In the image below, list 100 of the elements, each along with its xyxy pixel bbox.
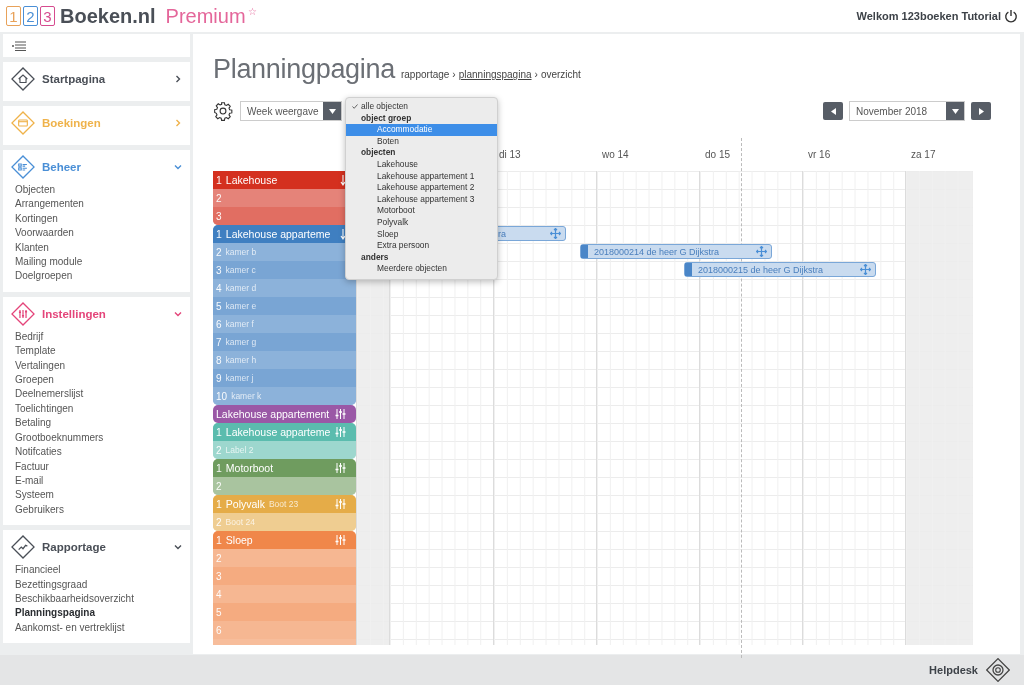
object-label: kamer c (225, 265, 256, 275)
day-label: do 15 (705, 149, 731, 160)
next-month-button[interactable] (971, 102, 991, 120)
chevron-icon[interactable] (174, 309, 182, 318)
object-label: kamer h (225, 355, 257, 365)
view-select[interactable]: Week weergave (240, 101, 342, 121)
nav-item[interactable]: Vertalingen (15, 358, 190, 374)
lifebuoy-icon[interactable] (986, 658, 1010, 682)
nav-item[interactable]: Systeem (15, 488, 190, 503)
object-label: kamer b (225, 247, 257, 257)
object-label: kamer j (225, 373, 254, 383)
day-label: wo 14 (602, 149, 629, 160)
sliders-icon[interactable] (335, 427, 346, 437)
row-number: 4 (216, 282, 222, 294)
resize-handle[interactable] (685, 263, 692, 276)
breadcrumb-text: rapportage (400, 69, 450, 80)
logo-digit: 1 (6, 6, 21, 26)
menu-option[interactable]: Extra persoon (346, 240, 497, 252)
sort-icon[interactable] (340, 228, 346, 240)
resize-handle[interactable] (581, 245, 588, 258)
chevron-icon[interactable] (174, 163, 182, 171)
list-icon (10, 154, 36, 180)
row-number: 1 (216, 174, 222, 186)
nav-item[interactable]: Aankomst- en vertreklijst (15, 620, 190, 636)
nav-item[interactable]: E-mail (15, 473, 190, 489)
collapse-menu-icon[interactable] (12, 40, 26, 51)
home-icon (10, 66, 36, 92)
menu-group-label: anders (360, 251, 390, 264)
nav-item[interactable]: Notifcaties (15, 445, 190, 460)
menu-option[interactable]: Lakehouse appartement 1 (346, 170, 497, 183)
row-number: 3 (216, 264, 222, 276)
menu-option[interactable]: Lakehouse (346, 158, 497, 171)
object-label: Boot 23 (268, 499, 299, 509)
menu-option[interactable]: Meerdere objecten (346, 263, 497, 275)
row-number: 10 (216, 390, 228, 402)
nav-item[interactable]: Kortingen (15, 211, 190, 227)
nav-item[interactable]: Mailing module (15, 255, 190, 270)
right-triangle-icon (978, 107, 984, 115)
nav-section-title[interactable]: Instellingen (42, 307, 174, 320)
sliders-icon[interactable] (335, 499, 346, 509)
sliders-icon[interactable] (335, 463, 346, 473)
helpdesk-link[interactable]: Helpdesk (929, 664, 978, 676)
menu-option[interactable]: Lakehouse appartement 2 (346, 182, 497, 194)
menu-option[interactable]: Boten (346, 135, 497, 148)
caret-icon (328, 108, 336, 114)
nav-item[interactable]: Doelgroepen (15, 269, 190, 284)
menu-option[interactable]: Lakehouse appartement 3 (346, 193, 497, 206)
month-select[interactable]: November 2018 (849, 101, 965, 121)
nav-section-title[interactable]: Startpagina (42, 73, 174, 85)
row-number: 7 (216, 336, 222, 348)
object-label: kamer e (225, 301, 257, 311)
settings-icon[interactable] (213, 101, 233, 121)
row-number: 3 (216, 570, 222, 582)
nav-item[interactable]: Bezettingsgraad (15, 577, 190, 592)
nav-item[interactable]: Gebruikers (15, 502, 190, 518)
nav-item[interactable]: Toelichtingen (15, 401, 190, 417)
nav-item[interactable]: Template (15, 344, 190, 359)
previous-month-button[interactable] (823, 102, 843, 120)
menu-option[interactable]: Polyvalk (346, 216, 497, 229)
power-icon[interactable] (1004, 9, 1018, 23)
checkmark-icon (352, 104, 358, 109)
page-title: Planningpagina (213, 54, 395, 85)
nav-item[interactable]: Voorwaarden (15, 226, 190, 241)
object-label: kamer f (225, 319, 254, 329)
menu-option[interactable]: alle objecten (346, 101, 497, 113)
nav-item[interactable]: Financieel (15, 563, 190, 578)
row-number: 1 (216, 426, 222, 438)
chevron-icon[interactable] (174, 543, 182, 552)
move-icon[interactable] (860, 264, 871, 275)
breadcrumb-link[interactable]: planningspagina (458, 69, 532, 80)
object-name: Lakehouse appartement (216, 408, 330, 420)
move-icon[interactable] (756, 246, 767, 257)
nav-item[interactable]: Bedrijf (15, 329, 190, 345)
welcome-text: Welkom 123boeken Tutorial (856, 10, 1001, 22)
nav-item[interactable]: Groepen (15, 373, 190, 388)
sliders-icon[interactable] (335, 535, 346, 545)
row-number: 5 (216, 300, 222, 312)
sliders-icon[interactable] (335, 409, 346, 419)
nav-item[interactable]: Grootboeknummers (15, 430, 190, 446)
row-number: 6 (216, 318, 222, 330)
row-number: 8 (216, 354, 222, 366)
nav-item[interactable]: Objecten (15, 183, 190, 198)
sort-icon[interactable] (340, 174, 346, 186)
move-icon[interactable] (550, 228, 561, 239)
row-number: 1 (216, 534, 222, 546)
row-number: 9 (216, 372, 222, 384)
nav-item[interactable]: Deelnemerslijst (15, 387, 190, 402)
nav-item[interactable]: Arrangementen (15, 197, 190, 212)
row-number: 2 (216, 192, 222, 204)
menu-group-label: objecten (360, 147, 397, 159)
menu-option[interactable]: Motorboot (346, 205, 497, 217)
day-label: vr 16 (808, 149, 831, 160)
nav-item[interactable]: Beschikbaarheidsoverzicht (15, 591, 190, 607)
nav-item[interactable]: Betaling (15, 416, 190, 431)
row-number: 2 (216, 246, 222, 258)
nav-item[interactable]: Factuur (15, 459, 190, 474)
chevron-icon[interactable] (174, 75, 182, 83)
nav-item[interactable]: Planningspagina (15, 606, 190, 621)
nav-item[interactable]: Klanten (15, 240, 190, 256)
nav-section-title[interactable]: Rapportage (42, 541, 174, 554)
